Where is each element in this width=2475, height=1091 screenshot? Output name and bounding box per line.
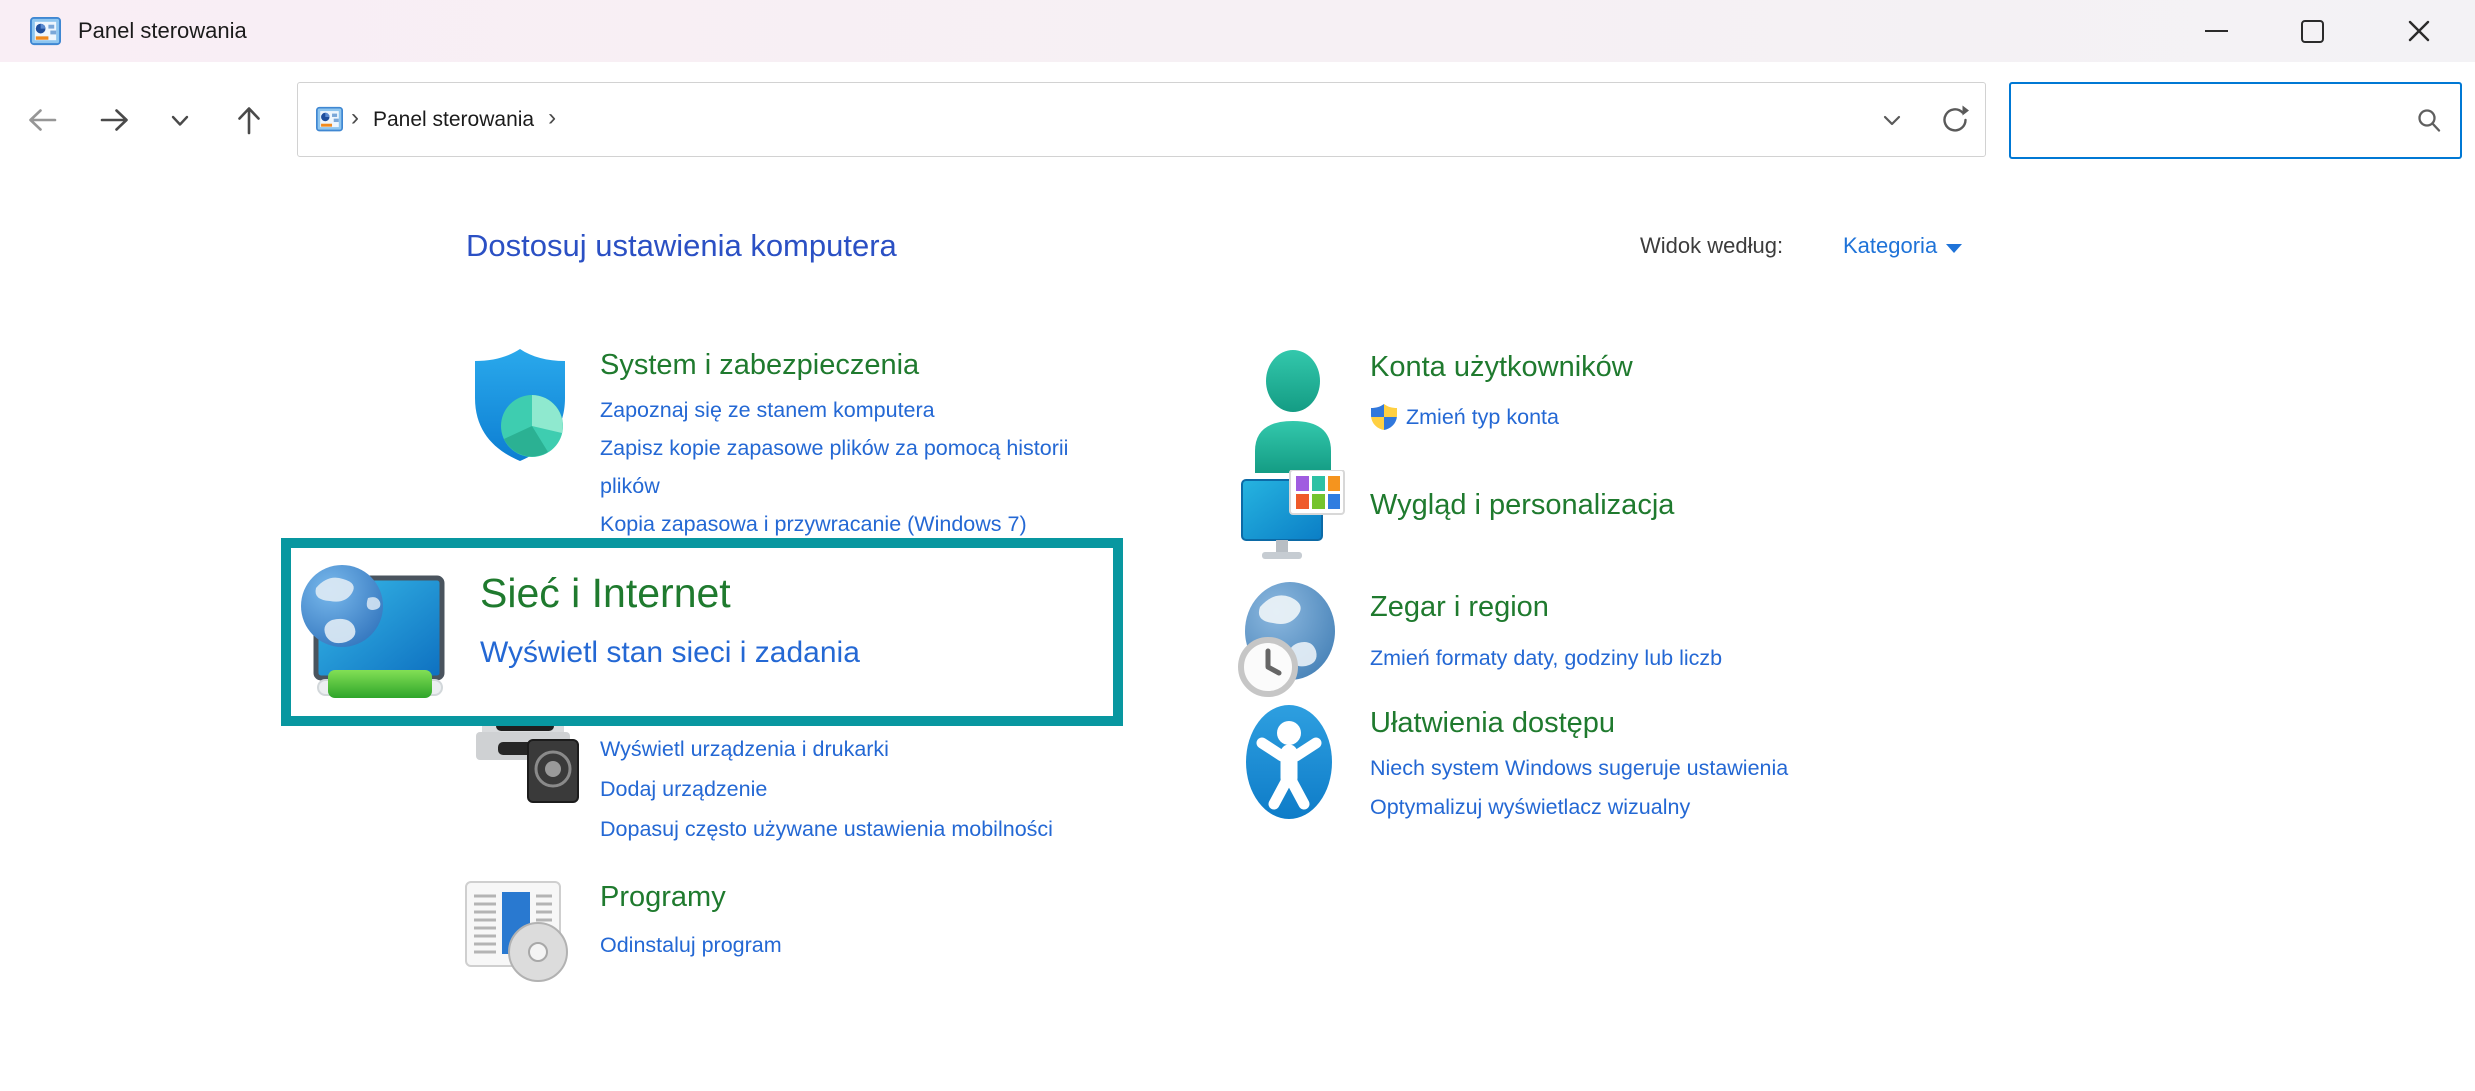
- programs-icon[interactable]: [464, 876, 576, 984]
- window-title: Panel sterowania: [78, 18, 247, 44]
- up-icon: [232, 103, 266, 137]
- programs-links: Odinstaluj program: [600, 926, 1120, 964]
- clock-region-icon[interactable]: [1238, 581, 1336, 699]
- recent-pages-button[interactable]: [158, 92, 202, 148]
- chevron-down-icon: [1946, 244, 1962, 253]
- user-accounts-icon[interactable]: [1247, 347, 1339, 473]
- up-button[interactable]: [221, 92, 277, 148]
- section-header-user-accounts[interactable]: Konta użytkowników: [1370, 351, 1633, 384]
- control-panel-icon: [316, 106, 343, 133]
- user-accounts-links: Zmień typ konta: [1370, 403, 1559, 431]
- system-security-icon[interactable]: [468, 346, 572, 464]
- page-title: Dostosuj ustawienia komputera: [466, 228, 897, 264]
- breadcrumb[interactable]: Panel sterowania: [373, 108, 534, 132]
- link-windows-suggest-settings[interactable]: Niech system Windows sugeruje ustawienia: [1370, 749, 2010, 788]
- clock-region-links: Zmień formaty daty, godziny lub liczb: [1370, 639, 1990, 677]
- control-panel-icon: [30, 16, 61, 47]
- forward-button[interactable]: [87, 92, 143, 148]
- control-panel-window: Panel sterowania: [0, 0, 2475, 1091]
- maximize-icon: [2301, 20, 2324, 43]
- minimize-button[interactable]: [2183, 0, 2249, 62]
- ease-of-access-links: Niech system Windows sugeruje ustawienia…: [1370, 749, 2010, 827]
- link-add-device[interactable]: Dodaj urządzenie: [600, 769, 1220, 809]
- link-view-devices-printers[interactable]: Wyświetl urządzenia i drukarki: [600, 729, 1220, 769]
- ease-of-access-icon[interactable]: [1244, 703, 1334, 821]
- close-button[interactable]: [2386, 0, 2452, 62]
- link-change-account-type[interactable]: Zmień typ konta: [1406, 403, 1559, 431]
- section-header-network-internet[interactable]: Sieć i Internet: [480, 570, 731, 617]
- link-file-history-backup[interactable]: Zapisz kopie zapasowe plików za pomocą h…: [600, 429, 1125, 505]
- maximize-button[interactable]: [2279, 0, 2345, 62]
- address-bar[interactable]: › Panel sterowania ›: [297, 82, 1986, 157]
- back-icon: [25, 103, 59, 137]
- navbar: › Panel sterowania ›: [0, 62, 2475, 175]
- section-header-appearance[interactable]: Wygląd i personalizacja: [1370, 489, 1674, 522]
- refresh-icon[interactable]: [1939, 104, 1971, 136]
- link-uninstall-program[interactable]: Odinstaluj program: [600, 926, 1120, 964]
- minimize-icon: [2205, 30, 2228, 32]
- network-internet-icon[interactable]: [298, 558, 446, 702]
- section-header-ease-of-access[interactable]: Ułatwienia dostępu: [1370, 707, 1615, 740]
- search-input[interactable]: [2011, 91, 2414, 151]
- uac-shield-icon: [1370, 403, 1398, 431]
- view-by-label: Widok według:: [1640, 233, 1783, 259]
- close-icon: [2406, 18, 2432, 44]
- link-optimize-visual-display[interactable]: Optymalizuj wyświetlacz wizualny: [1370, 788, 2010, 827]
- system-security-links: Zapoznaj się ze stanem komputera Zapisz …: [600, 391, 1125, 543]
- search-icon[interactable]: [2414, 106, 2444, 136]
- forward-icon: [98, 103, 132, 137]
- appearance-icon[interactable]: [1240, 470, 1348, 570]
- view-by-value: Kategoria: [1843, 233, 1937, 259]
- link-view-network-status[interactable]: Wyświetl stan sieci i zadania: [480, 636, 860, 670]
- hardware-sound-links: Wyświetl urządzenia i drukarki Dodaj urz…: [600, 729, 1220, 849]
- view-by-dropdown[interactable]: Kategoria: [1843, 233, 1962, 259]
- section-header-clock-region[interactable]: Zegar i region: [1370, 591, 1549, 624]
- link-check-computer-status[interactable]: Zapoznaj się ze stanem komputera: [600, 391, 1125, 429]
- section-header-system-security[interactable]: System i zabezpieczenia: [600, 349, 919, 382]
- back-button[interactable]: [14, 92, 70, 148]
- breadcrumb-chevron[interactable]: ›: [548, 104, 556, 132]
- breadcrumb-chevron[interactable]: ›: [351, 104, 359, 132]
- address-dropdown-icon[interactable]: [1879, 107, 1905, 133]
- titlebar: Panel sterowania: [0, 0, 2475, 62]
- link-mobility-settings[interactable]: Dopasuj często używane ustawienia mobiln…: [600, 809, 1220, 849]
- recent-pages-icon: [167, 107, 193, 133]
- hardware-sound-icon[interactable]: [474, 716, 580, 804]
- link-change-date-formats[interactable]: Zmień formaty daty, godziny lub liczb: [1370, 639, 1990, 677]
- search-box: [2009, 82, 2462, 159]
- section-header-programs[interactable]: Programy: [600, 881, 726, 914]
